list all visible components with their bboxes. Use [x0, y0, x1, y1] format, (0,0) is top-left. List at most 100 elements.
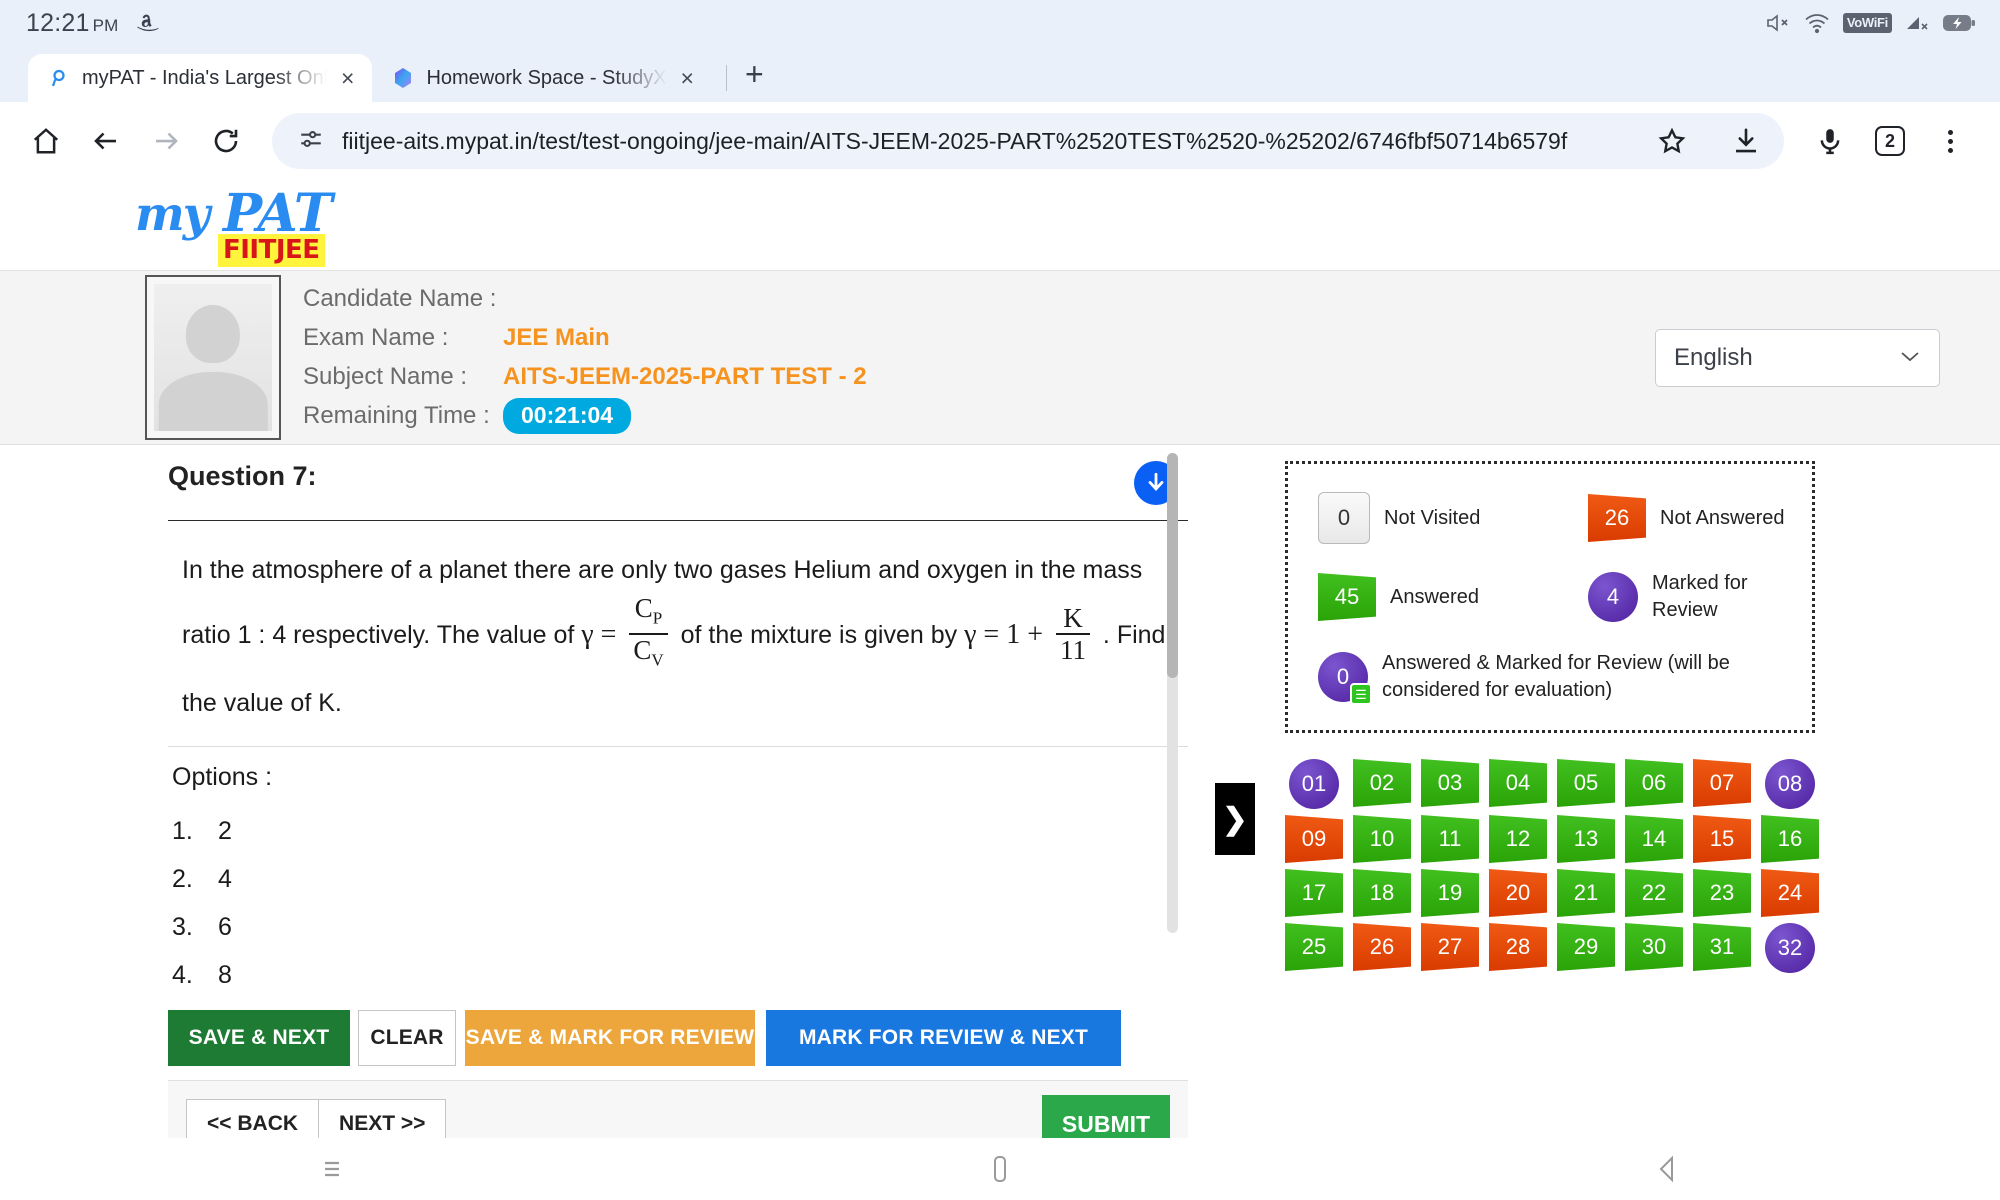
clear-button[interactable]: CLEAR: [358, 1009, 456, 1066]
legend-answered: 45 Answered: [1318, 570, 1588, 624]
palette-question-button[interactable]: 03: [1421, 759, 1479, 807]
recents-icon[interactable]: [303, 1156, 363, 1182]
address-bar[interactable]: fiitjee-aits.mypat.in/test/test-ongoing/…: [272, 113, 1784, 169]
save-and-next-button[interactable]: SAVE & NEXT: [168, 1009, 350, 1066]
palette-question-button[interactable]: 22: [1625, 869, 1683, 917]
home-pill-icon[interactable]: [970, 1152, 1030, 1186]
palette-question-button[interactable]: 15: [1693, 815, 1751, 863]
palette-question-button[interactable]: 06: [1625, 759, 1683, 807]
option-number: 2.: [172, 865, 193, 894]
palette-question-button[interactable]: 02: [1353, 759, 1411, 807]
close-icon[interactable]: ×: [679, 66, 696, 90]
home-icon[interactable]: [18, 113, 74, 169]
palette-question-button[interactable]: 26: [1353, 923, 1411, 971]
mypat-logo[interactable]: my PAT FIITJEE: [135, 183, 333, 267]
palette-question-button[interactable]: 04: [1489, 759, 1547, 807]
close-icon[interactable]: ×: [339, 66, 356, 90]
option-row[interactable]: 1. 2: [172, 808, 1188, 856]
palette-question-button[interactable]: 10: [1353, 815, 1411, 863]
save-and-mark-for-review-button[interactable]: SAVE & MARK FOR REVIEW: [465, 1009, 755, 1066]
wifi-icon: [1804, 12, 1830, 34]
options-list: 1. 2 2. 4 3. 6 4. 8: [168, 798, 1188, 1000]
download-icon[interactable]: [1718, 113, 1774, 169]
palette-question-button[interactable]: 13: [1557, 815, 1615, 863]
mark-for-review-and-next-button[interactable]: MARK FOR REVIEW & NEXT: [766, 1009, 1121, 1066]
scrollbar-thumb[interactable]: [1167, 453, 1178, 678]
back-arrow-icon[interactable]: [78, 113, 134, 169]
language-select[interactable]: English: [1655, 328, 1940, 387]
palette-question-button[interactable]: 14: [1625, 815, 1683, 863]
permissions-icon[interactable]: [298, 126, 324, 157]
android-status-bar: 12:21 PM VoWiFi: [0, 0, 2000, 46]
palette-question-button[interactable]: 19: [1421, 869, 1479, 917]
question-palette-column: 0 Not Visited 26 Not Answered 45 Answere…: [1255, 445, 2000, 1138]
vowifi-badge: VoWiFi: [1842, 13, 1892, 33]
question-scrollbar[interactable]: [1167, 453, 1178, 933]
option-row[interactable]: 4. 8: [172, 952, 1188, 1000]
tab-count-button[interactable]: 2: [1862, 113, 1918, 169]
palette-question-button[interactable]: 31: [1693, 923, 1751, 971]
legend-badge-not-answered: 26: [1588, 494, 1646, 542]
panel-toggle-button[interactable]: ❯: [1215, 783, 1255, 855]
palette-question-button[interactable]: 05: [1557, 759, 1615, 807]
option-row[interactable]: 3. 6: [172, 904, 1188, 952]
gamma-symbol-2: γ: [964, 619, 977, 650]
question-column: Question 7: In the atmosphere of a plane…: [0, 445, 1215, 1138]
palette-question-button[interactable]: 25: [1285, 923, 1343, 971]
palette-question-button[interactable]: 21: [1557, 869, 1615, 917]
reload-icon[interactable]: [198, 113, 254, 169]
palette-question-button[interactable]: 17: [1285, 869, 1343, 917]
amazon-notification-icon: [134, 9, 160, 35]
frac1-den-sub: V: [651, 650, 664, 670]
star-icon[interactable]: [1644, 113, 1700, 169]
back-triangle-icon[interactable]: [1637, 1154, 1697, 1184]
next-button[interactable]: NEXT >>: [319, 1099, 447, 1138]
palette-question-button[interactable]: 29: [1557, 923, 1615, 971]
legend-label-not-answered: Not Answered: [1660, 506, 1785, 529]
back-button[interactable]: << BACK: [186, 1099, 320, 1138]
submit-button[interactable]: SUBMIT: [1042, 1095, 1170, 1138]
kebab-menu-icon[interactable]: [1922, 113, 1978, 169]
mypat-favicon: [48, 67, 70, 89]
palette-question-button[interactable]: 24: [1761, 869, 1819, 917]
battery-charging-icon: [1942, 13, 1976, 33]
palette-question-button[interactable]: 07: [1693, 759, 1751, 807]
palette-question-button[interactable]: 18: [1353, 869, 1411, 917]
browser-tab-studyx[interactable]: Homework Space - StudyX ×: [372, 54, 712, 102]
question-text: In the atmosphere of a planet there are …: [168, 521, 1188, 740]
frac2-den: 11: [1055, 633, 1090, 665]
new-tab-button[interactable]: +: [745, 58, 764, 90]
palette-question-button[interactable]: 23: [1693, 869, 1751, 917]
palette-question-button[interactable]: 27: [1421, 923, 1479, 971]
palette-question-button[interactable]: 09: [1285, 815, 1343, 863]
remaining-time-value: 00:21:04: [503, 398, 632, 434]
palette-question-button[interactable]: 20: [1489, 869, 1547, 917]
answer-action-buttons: SAVE & NEXT CLEAR SAVE & MARK FOR REVIEW…: [168, 1009, 1188, 1066]
remaining-time-row: Remaining Time : 00:21:04: [303, 397, 867, 436]
palette-question-button[interactable]: 11: [1421, 815, 1479, 863]
tab-divider: [725, 65, 727, 91]
subject-name-value: AITS-JEEM-2025-PART TEST - 2: [503, 363, 867, 390]
legend-badge-count: 0: [1336, 664, 1350, 689]
option-row[interactable]: 2. 4: [172, 856, 1188, 904]
palette-question-button[interactable]: 16: [1761, 815, 1819, 863]
legend-label-not-visited: Not Visited: [1384, 506, 1481, 529]
palette-question-button[interactable]: 01: [1289, 759, 1339, 809]
legend-badge-marked-for-review: 4: [1588, 572, 1638, 622]
palette-question-button[interactable]: 08: [1765, 759, 1815, 809]
microphone-icon[interactable]: [1802, 113, 1858, 169]
palette-question-button[interactable]: 12: [1489, 815, 1547, 863]
url-text: fiitjee-aits.mypat.in/test/test-ongoing/…: [342, 127, 1568, 154]
palette-question-button[interactable]: 32: [1765, 923, 1815, 973]
frac2-num: K: [1063, 603, 1083, 634]
logo-fiitjee-text: FIITJEE: [218, 234, 325, 267]
legend-badge-answered-and-marked: 0 ☰: [1318, 652, 1372, 705]
palette-question-button[interactable]: 28: [1489, 923, 1547, 971]
cp-over-cv-fraction: CP CV: [629, 593, 668, 676]
tab-count-label: 2: [1875, 126, 1905, 156]
site-header: my PAT FIITJEE: [0, 180, 2000, 270]
test-body: Question 7: In the atmosphere of a plane…: [0, 445, 2000, 1138]
browser-tab-mypat[interactable]: myPAT - India's Largest Onli ×: [28, 54, 373, 102]
language-selected-value: English: [1674, 343, 1753, 371]
palette-question-button[interactable]: 30: [1625, 923, 1683, 971]
